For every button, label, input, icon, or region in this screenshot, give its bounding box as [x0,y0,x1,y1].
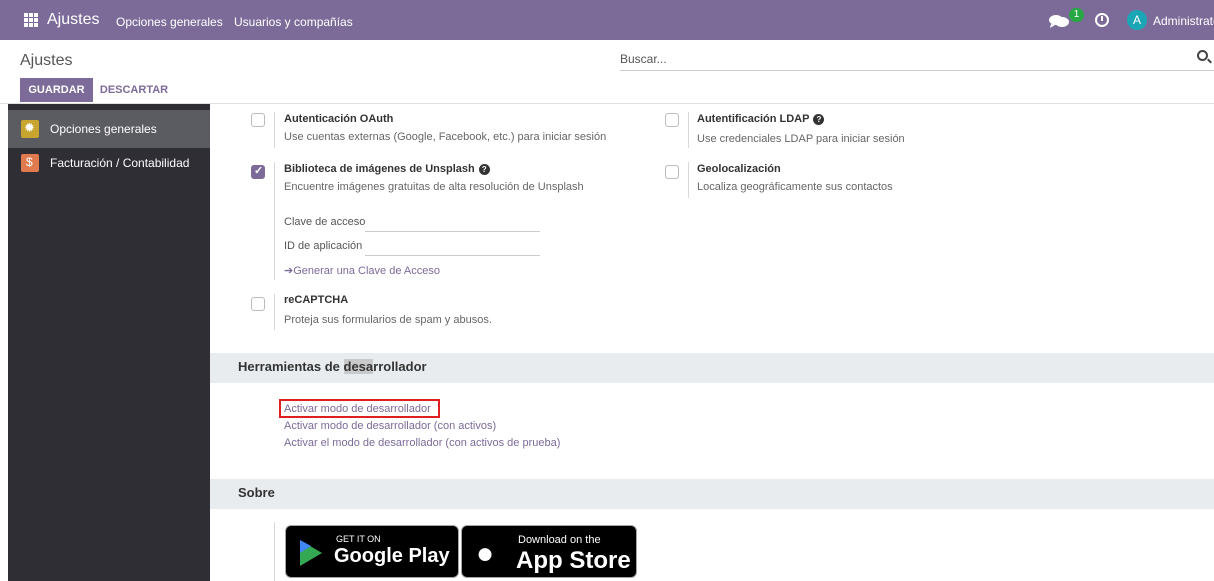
discard-button[interactable]: DESCARTAR [99,78,169,102]
sidebar-item-label: Facturación / Contabilidad [50,156,190,170]
clock-icon[interactable] [1095,13,1109,27]
divider [274,522,275,581]
activate-dev-mode-test-assets-link[interactable]: Activar el modo de desarrollador (con ac… [284,437,560,449]
arrow-right-icon: ➔ [284,265,294,277]
access-key-input[interactable] [365,231,540,232]
generate-access-key-link[interactable]: ➔Generar una Clave de Acceso [284,264,440,277]
page-title: Ajustes [20,52,73,69]
search-input[interactable]: Buscar... [620,49,1214,71]
divider [688,162,689,198]
google-play-badge[interactable]: GET IT ON Google Play [285,525,459,578]
geo-checkbox[interactable] [665,165,679,179]
divider [274,162,275,280]
activate-dev-mode-assets-link[interactable]: Activar modo de desarrollador (con activ… [284,420,496,432]
oauth-desc: Use cuentas externas (Google, Facebook, … [284,131,607,143]
app-store-small-text: Download on the [518,534,601,546]
google-play-small-text: GET IT ON [336,534,381,544]
divider [274,294,275,330]
highlight-box [279,399,440,418]
username[interactable]: Administrator [1153,14,1214,28]
unsplash-checkbox[interactable] [251,164,265,179]
search-icon[interactable] [1197,50,1208,61]
about-heading: Sobre [210,479,1214,509]
app-store-big-text: App Store [516,547,631,574]
recaptcha-title: reCAPTCHA [284,294,349,306]
apps-menu-icon[interactable] [24,13,38,27]
recaptcha-desc: Proteja sus formularios de spam y abusos… [284,314,492,326]
ldap-desc: Use credenciales LDAP para iniciar sesió… [697,133,905,145]
settings-sidebar: Opciones generales Facturación / Contabi… [8,104,210,581]
app-id-input[interactable] [365,255,540,256]
chat-badge: 1 [1069,8,1084,22]
recaptcha-checkbox[interactable] [251,297,265,311]
google-play-icon [300,540,322,566]
geo-title: Geolocalización [697,163,781,175]
oauth-checkbox[interactable] [251,113,265,127]
sidebar-item-opciones-generales[interactable]: Opciones generales [8,110,210,148]
invoice-icon [21,154,39,172]
ldap-checkbox[interactable] [665,113,679,127]
divider [688,112,689,148]
apple-icon: ● [476,537,495,570]
settings-content: Autenticación OAuth Use cuentas externas… [210,104,1214,581]
app-brand[interactable]: Ajustes [47,11,99,29]
ldap-title: Autentificación LDAP? [697,113,825,125]
app-store-badge[interactable]: ● Download on the App Store [461,525,637,578]
oauth-title: Autenticación OAuth [284,113,394,125]
top-navbar: Ajustes Opciones generales Usuarios y co… [0,0,1214,40]
divider [274,112,275,148]
app-id-label: ID de aplicación [284,240,363,252]
sidebar-item-facturacion[interactable]: Facturación / Contabilidad [8,144,210,182]
avatar[interactable]: A [1127,10,1147,30]
unsplash-desc: Encuentre imágenes gratuitas de alta res… [284,181,584,193]
chat-icon[interactable] [1048,13,1070,29]
access-key-label: Clave de acceso [284,216,366,228]
geo-desc: Localiza geográficamente sus contactos [697,181,893,193]
sidebar-item-label: Opciones generales [50,122,157,136]
unsplash-title: Biblioteca de imágenes de Unsplash? [284,163,490,175]
menu-opciones-generales[interactable]: Opciones generales [116,15,223,29]
help-icon[interactable]: ? [813,114,825,125]
google-play-big-text: Google Play [334,545,450,567]
help-icon[interactable]: ? [478,164,490,175]
dev-tools-heading: Herramientas de desarrollador [210,353,1214,383]
gear-icon [21,120,39,138]
save-button[interactable]: GUARDAR [20,78,93,102]
control-panel: Ajustes Buscar... GUARDAR DESCARTAR [0,40,1214,104]
menu-usuarios-companias[interactable]: Usuarios y compañías [234,15,353,29]
